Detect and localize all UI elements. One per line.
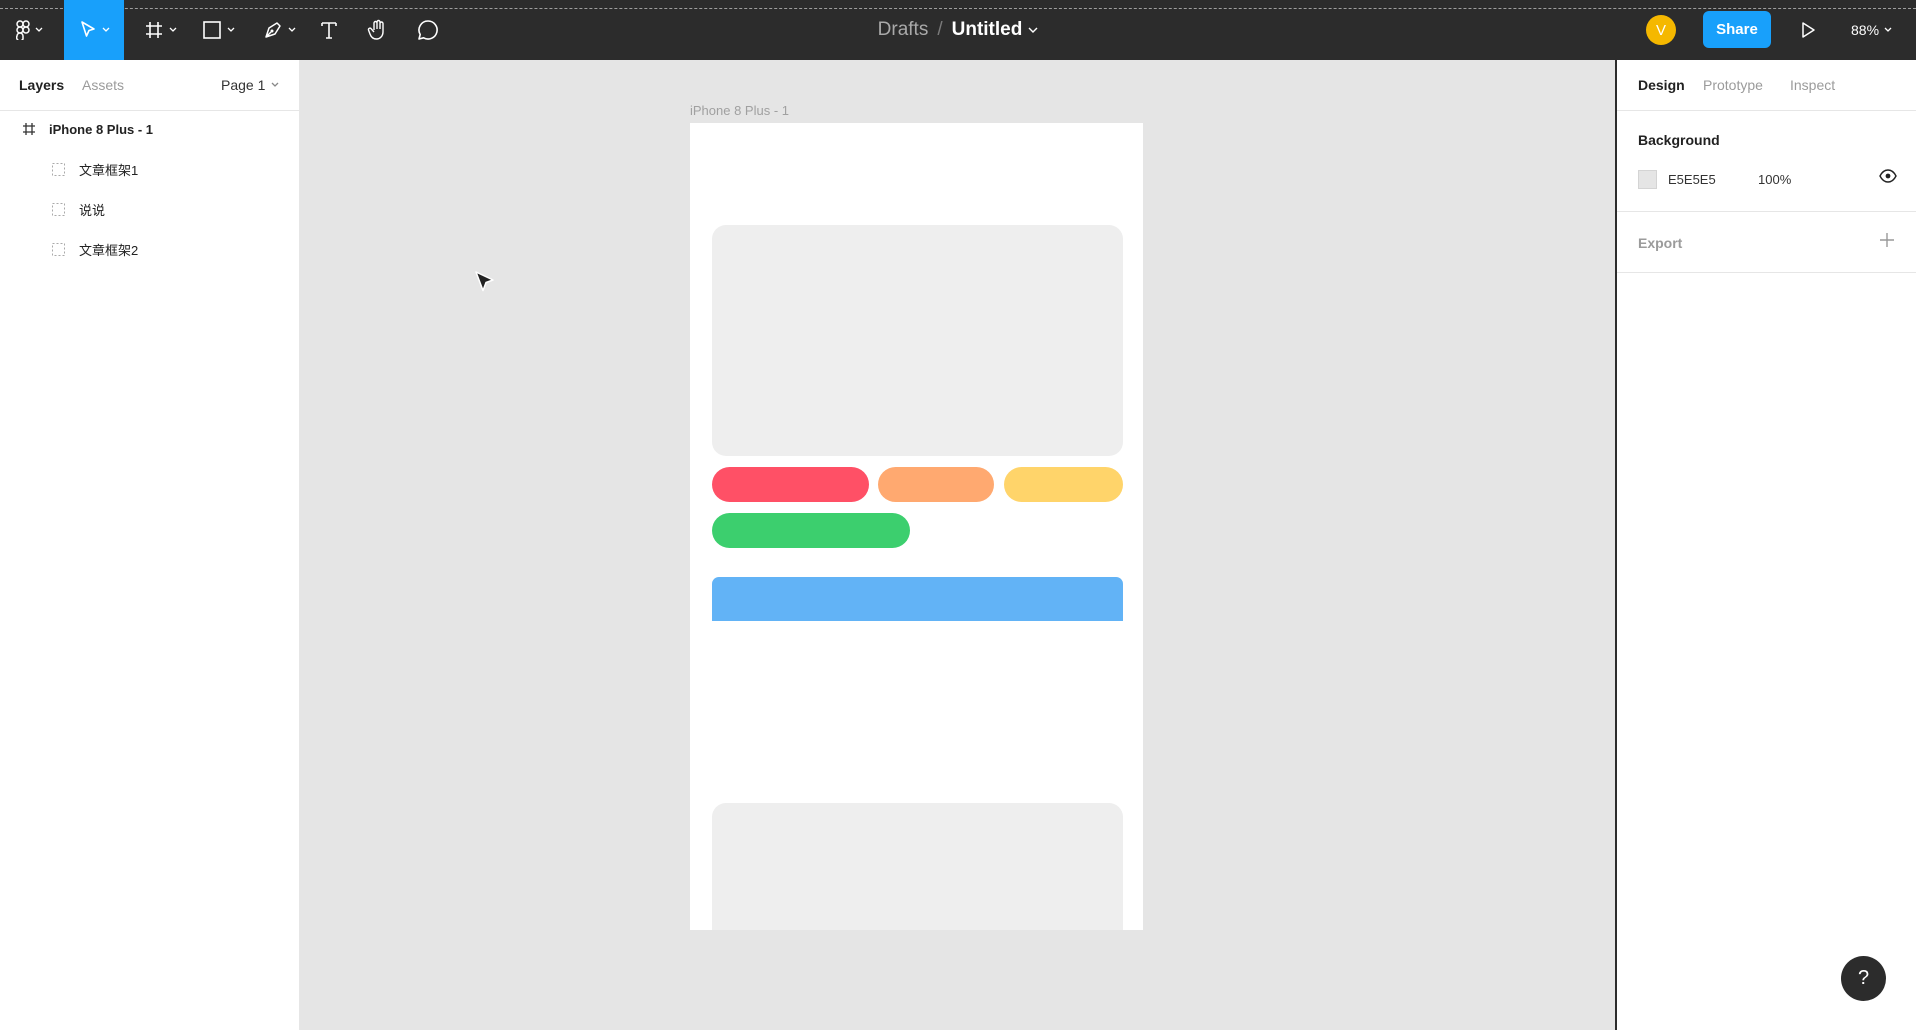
article-frame-2[interactable] xyxy=(712,803,1123,930)
help-button[interactable]: ? xyxy=(1841,956,1886,1001)
figma-menu-icon xyxy=(15,20,30,40)
frame-dashed-icon xyxy=(51,242,65,256)
orange-pill[interactable] xyxy=(878,467,994,502)
layer-name: 说说 xyxy=(79,202,106,218)
chevron-down-icon xyxy=(271,82,279,87)
visibility-eye-icon[interactable] xyxy=(1879,169,1897,188)
top-toolbar: Drafts / Untitled V Share 88% xyxy=(0,0,1916,60)
layer-name: 文章框架2 xyxy=(79,242,139,258)
share-button[interactable]: Share xyxy=(1703,11,1771,48)
layer-row[interactable]: 文章框架2 xyxy=(0,232,300,266)
section-divider xyxy=(1617,211,1916,212)
breadcrumb-separator: / xyxy=(937,19,943,40)
layer-row[interactable]: 文章框架1 xyxy=(0,152,300,186)
comment-icon xyxy=(418,20,438,40)
red-pill[interactable] xyxy=(712,467,869,502)
shape-tool-button[interactable] xyxy=(196,0,240,60)
layer-row[interactable]: 说说 xyxy=(0,192,300,226)
tab-prototype[interactable]: Prototype xyxy=(1703,77,1763,93)
chevron-down-icon xyxy=(227,27,234,32)
present-button[interactable] xyxy=(1796,18,1820,42)
comment-tool-button[interactable] xyxy=(414,0,442,60)
yellow-pill[interactable] xyxy=(1004,467,1123,502)
frame-dashed-icon xyxy=(51,202,65,216)
tab-layers[interactable]: Layers xyxy=(19,77,64,93)
file-title[interactable]: Untitled xyxy=(952,19,1023,41)
article-frame-1[interactable] xyxy=(712,225,1123,456)
move-icon xyxy=(80,21,95,37)
frame-tool-button[interactable] xyxy=(138,0,182,60)
tab-inspect[interactable]: Inspect xyxy=(1790,77,1835,93)
avatar[interactable]: V xyxy=(1646,15,1676,45)
chevron-down-icon xyxy=(169,27,176,32)
frame-hash-icon xyxy=(21,121,37,137)
text-icon xyxy=(321,22,337,39)
background-opacity-value[interactable]: 100% xyxy=(1758,172,1791,187)
add-export-plus-icon[interactable] xyxy=(1879,232,1895,253)
tab-assets[interactable]: Assets xyxy=(82,77,124,93)
chevron-down-icon xyxy=(288,27,295,32)
play-icon xyxy=(1802,22,1815,38)
left-panel-tabs: Layers Assets Page 1 xyxy=(0,60,299,111)
page-selector[interactable]: Page 1 xyxy=(221,77,279,93)
layer-row-frame[interactable]: iPhone 8 Plus - 1 xyxy=(0,112,300,146)
chevron-down-icon xyxy=(35,27,42,32)
main-menu-button[interactable] xyxy=(8,0,50,60)
layers-panel: Layers Assets Page 1 iPhone 8 Plus - 1 文… xyxy=(0,60,300,1030)
section-divider xyxy=(1617,272,1916,273)
right-panel-tabs: Design Prototype Inspect xyxy=(1617,60,1916,111)
background-section-title: Background xyxy=(1638,132,1720,148)
chevron-down-icon[interactable] xyxy=(1028,27,1038,34)
pen-tool-button[interactable] xyxy=(256,0,302,60)
breadcrumb-drafts[interactable]: Drafts xyxy=(878,19,929,41)
frame-dashed-icon xyxy=(51,162,65,176)
background-color-swatch[interactable] xyxy=(1638,170,1657,189)
tab-design[interactable]: Design xyxy=(1638,77,1685,93)
properties-panel: Design Prototype Inspect Background E5E5… xyxy=(1615,60,1916,1030)
mouse-cursor-icon xyxy=(475,271,494,292)
green-pill[interactable] xyxy=(712,513,910,548)
frame-icon xyxy=(145,22,162,38)
hand-icon xyxy=(367,19,384,40)
text-tool-button[interactable] xyxy=(316,0,342,60)
export-section-title: Export xyxy=(1638,235,1683,251)
frame-label[interactable]: iPhone 8 Plus - 1 xyxy=(690,103,789,118)
hand-tool-button[interactable] xyxy=(364,0,392,60)
zoom-dropdown[interactable]: 88% xyxy=(1851,0,1892,60)
background-hex-value[interactable]: E5E5E5 xyxy=(1668,172,1716,187)
chevron-down-icon xyxy=(1884,27,1892,32)
rectangle-icon xyxy=(202,21,221,39)
layer-name: iPhone 8 Plus - 1 xyxy=(49,121,154,137)
page-selector-label: Page 1 xyxy=(221,77,266,93)
zoom-level: 88% xyxy=(1851,22,1880,38)
move-tool-button[interactable] xyxy=(64,0,124,60)
blue-bar[interactable] xyxy=(712,577,1123,621)
layer-name: 文章框架1 xyxy=(79,162,139,178)
pen-icon xyxy=(264,22,281,38)
chevron-down-icon xyxy=(102,27,109,32)
iphone-frame[interactable] xyxy=(690,123,1143,930)
